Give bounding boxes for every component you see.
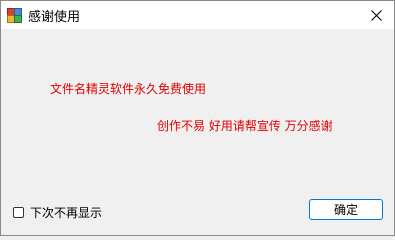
free-use-message: 文件名精灵软件永久免费使用	[50, 82, 207, 96]
ok-button[interactable]: 确定	[309, 199, 383, 220]
dialog-window: 感谢使用 文件名精灵软件永久免费使用 创作不易 好用请帮宣传 万分感谢 下次不再…	[0, 0, 395, 236]
close-icon	[370, 9, 382, 21]
dont-show-again-label[interactable]: 下次不再显示	[30, 204, 102, 221]
app-icon	[7, 8, 22, 23]
dont-show-again-checkbox[interactable]	[13, 207, 24, 218]
thanks-message: 创作不易 好用请帮宣传 万分感谢	[157, 119, 333, 133]
window-title: 感谢使用	[28, 10, 81, 25]
close-button[interactable]	[358, 1, 394, 29]
dont-show-again-option[interactable]: 下次不再显示	[13, 204, 102, 221]
title-bar[interactable]: 感谢使用	[1, 1, 394, 29]
